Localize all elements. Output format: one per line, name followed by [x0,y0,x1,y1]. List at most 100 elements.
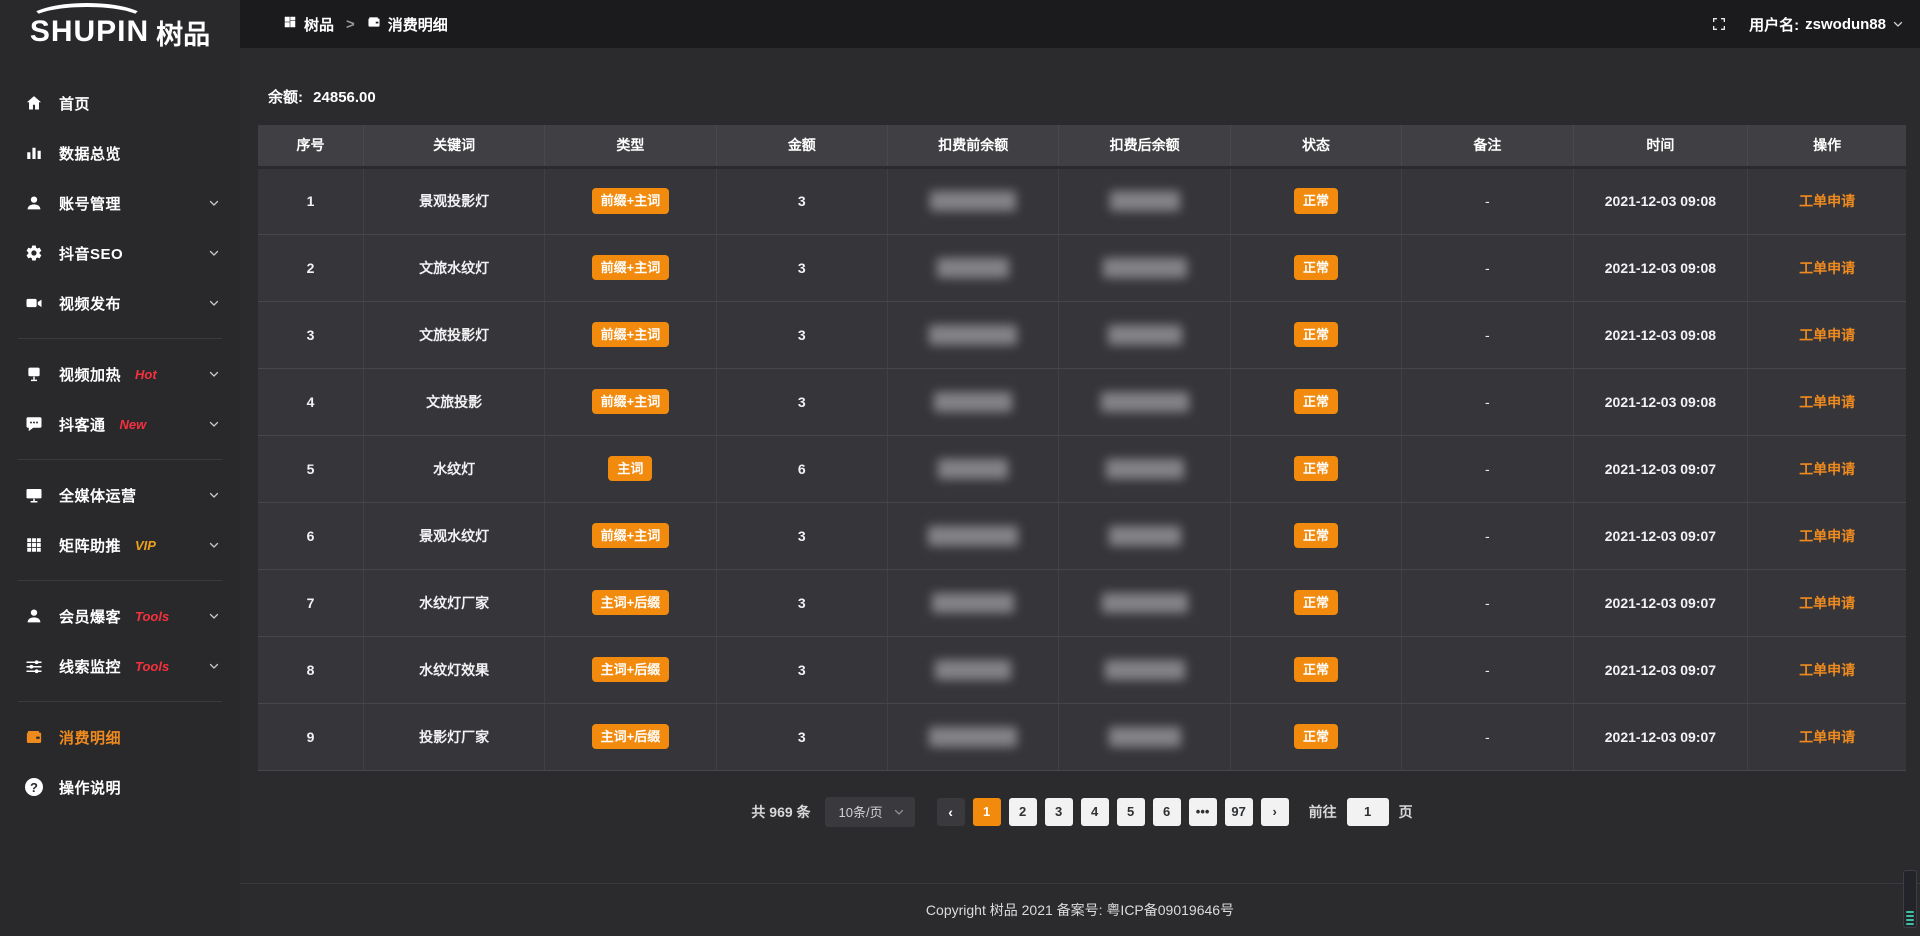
cell-note: - [1402,636,1573,703]
page-size-select[interactable]: 10条/页 [825,797,915,827]
work-order-link[interactable]: 工单申请 [1799,461,1855,477]
page-button[interactable]: 3 [1045,798,1073,826]
cell-action: 工单申请 [1748,502,1906,569]
cell-type: 前缀+主词 [545,368,716,435]
sidebar-item[interactable]: 全媒体运营 [0,470,240,520]
sidebar-item-label: 数据总览 [59,143,121,164]
cell-type: 前缀+主词 [545,502,716,569]
sidebar-item[interactable]: 数据总览 [0,128,240,178]
work-order-link[interactable]: 工单申请 [1799,662,1855,678]
cell-index: 3 [258,301,363,368]
sidebar-item[interactable]: 视频发布 [0,278,240,328]
cell-keyword: 文旅投影 [363,368,544,435]
wallet-icon [24,727,44,747]
type-badge: 前缀+主词 [592,322,670,348]
username-label: 用户名: [1749,14,1799,35]
column-header: 扣费后余额 [1059,125,1230,167]
cell-index: 6 [258,502,363,569]
chevron-down-icon [208,418,220,430]
column-header: 状态 [1230,125,1401,167]
main-column: 树品 > 消费明细 用户名: zswodun88 余额: 24 [240,0,1920,936]
cell-time: 2021-12-03 09:08 [1573,368,1748,435]
user-menu[interactable]: 用户名: zswodun88 [1749,14,1904,35]
type-badge: 前缀+主词 [592,255,670,281]
sidebar-item[interactable]: 抖客通New [0,399,240,449]
sidebar-item-label: 视频加热 [59,364,121,385]
sidebar-item[interactable]: 线索监控Tools [0,641,240,691]
cell-index: 2 [258,234,363,301]
page-button[interactable]: 6 [1153,798,1181,826]
masked-balance-before [934,392,1012,412]
masked-balance-after [1108,325,1182,345]
work-order-link[interactable]: 工单申请 [1799,327,1855,343]
page-button[interactable]: 2 [1009,798,1037,826]
status-badge: 正常 [1294,255,1338,281]
cell-keyword: 景观投影灯 [363,167,544,234]
sidebar-item[interactable]: 矩阵助推VIP [0,520,240,570]
work-order-link[interactable]: 工单申请 [1799,595,1855,611]
cell-status: 正常 [1230,167,1401,234]
column-header: 扣费前余额 [888,125,1059,167]
work-order-link[interactable]: 工单申请 [1799,528,1855,544]
sidebar-item-badge: Hot [135,367,157,382]
video-icon [24,293,44,313]
cell-post-balance [1059,435,1230,502]
sidebar-item[interactable]: 账号管理 [0,178,240,228]
fullscreen-button[interactable] [1711,16,1727,32]
cell-keyword: 水纹灯 [363,435,544,502]
menu-divider [18,701,222,702]
sidebar-item[interactable]: 视频加热 Hot [0,349,240,399]
work-order-link[interactable]: 工单申请 [1799,394,1855,410]
page-button[interactable]: 1 [973,798,1001,826]
goto-page-input[interactable] [1347,798,1389,826]
masked-balance-after [1101,392,1189,412]
chat-icon [24,414,44,434]
cell-post-balance [1059,234,1230,301]
next-page-button[interactable]: › [1261,798,1289,826]
masked-balance-after [1109,526,1181,546]
cell-action: 工单申请 [1748,569,1906,636]
column-header: 金额 [716,125,887,167]
more-pages-button[interactable]: ••• [1189,798,1217,826]
work-order-link[interactable]: 工单申请 [1799,729,1855,745]
sidebar-item[interactable]: 抖音SEO [0,228,240,278]
page-button[interactable]: 5 [1117,798,1145,826]
sidebar-item[interactable]: 消费明细 [0,712,240,762]
grid-icon [24,535,44,555]
sidebar-item[interactable]: 首页 [0,78,240,128]
cell-pre-balance [888,234,1059,301]
page-button[interactable]: 97 [1225,798,1253,826]
page-button[interactable]: 4 [1081,798,1109,826]
table-row: 6景观水纹灯前缀+主词3正常-2021-12-03 09:07工单申请 [258,502,1906,569]
sidebar-item[interactable]: ?操作说明 [0,762,240,812]
cell-amount: 3 [716,368,887,435]
breadcrumb-label: 树品 [304,14,334,35]
masked-balance-before [938,459,1008,479]
username-value: zswodun88 [1805,16,1886,33]
home-icon [24,93,44,113]
cell-time: 2021-12-03 09:07 [1573,703,1748,770]
footer-copyright: Copyright 树品 2021 备案号: 粤ICP备09019646号 [926,900,1234,920]
work-order-link[interactable]: 工单申请 [1799,193,1855,209]
heat-icon [24,364,44,384]
gear-icon [24,243,44,263]
cell-time: 2021-12-03 09:08 [1573,167,1748,234]
breadcrumb-item-home[interactable]: 树品 [283,14,334,35]
work-order-link[interactable]: 工单申请 [1799,260,1855,276]
prev-page-button[interactable]: ‹ [937,798,965,826]
cell-type: 前缀+主词 [545,301,716,368]
masked-balance-before [932,593,1014,613]
goto-label: 前往 [1309,802,1337,822]
sidebar-item-label: 首页 [59,93,90,114]
scrollbar-widget[interactable] [1903,870,1917,928]
masked-balance-after [1106,459,1184,479]
table-row: 1景观投影灯前缀+主词3正常-2021-12-03 09:08工单申请 [258,167,1906,234]
sidebar-item[interactable]: 会员爆客Tools [0,591,240,641]
balance-label: 余额: [268,89,303,106]
cell-note: - [1402,167,1573,234]
sidebar-item-label: 视频发布 [59,293,121,314]
cell-post-balance [1059,502,1230,569]
cell-type: 前缀+主词 [545,234,716,301]
breadcrumb-item-current[interactable]: 消费明细 [367,14,448,35]
chevron-down-icon [208,368,220,380]
